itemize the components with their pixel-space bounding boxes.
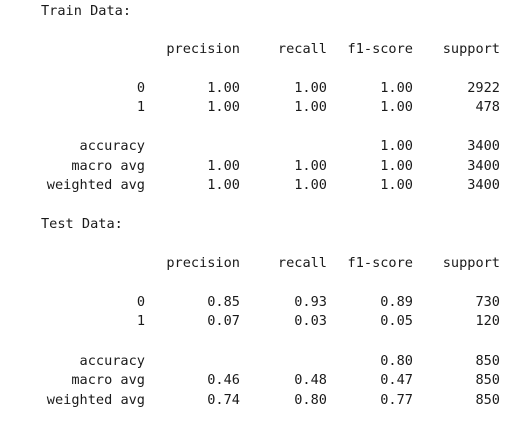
test-section-title: Test Data: [41,216,123,232]
train-header-support: support [442,41,500,57]
support-value: 478 [475,99,500,115]
precision-value: 1.00 [207,158,240,174]
recall-value: 0.03 [294,313,327,329]
support-value: 2922 [467,80,500,96]
f1-score-value: 1.00 [380,99,413,115]
f1-score-value: 0.89 [380,294,413,310]
test-header-precision: precision [166,255,240,271]
f1-score-value: 1.00 [380,138,413,154]
row-label: 0 [136,80,145,96]
recall-value: 1.00 [294,158,327,174]
row-label: macro avg [71,158,145,174]
precision-value: 0.46 [207,372,240,388]
train-header-f1-score: f1-score [347,41,413,57]
support-value: 120 [475,313,500,329]
f1-score-value: 0.77 [380,392,413,408]
train-header-precision: precision [166,41,240,57]
row-label: weighted avg [46,177,145,193]
train-section-title: Train Data: [41,3,132,19]
f1-score-value: 0.80 [380,353,413,369]
train-header-recall: recall [277,41,327,57]
support-value: 850 [475,392,500,408]
row-label: 1 [136,313,145,329]
row-label: 1 [136,99,145,115]
precision-value: 0.07 [207,313,240,329]
recall-value: 1.00 [294,99,327,115]
recall-value: 0.48 [294,372,327,388]
precision-value: 1.00 [207,80,240,96]
row-label: weighted avg [46,392,145,408]
precision-value: 0.85 [207,294,240,310]
support-value: 850 [475,372,500,388]
notebook-output: Train Data: precision recall f1-score su… [0,0,528,425]
f1-score-value: 1.00 [380,158,413,174]
row-label: macro avg [71,372,145,388]
recall-value: 1.00 [294,177,327,193]
support-value: 730 [475,294,500,310]
recall-value: 0.80 [294,392,327,408]
row-label: accuracy [79,138,145,154]
test-header-support: support [442,255,500,271]
row-label: accuracy [79,353,145,369]
support-value: 850 [475,353,500,369]
support-value: 3400 [467,138,500,154]
test-header-recall: recall [277,255,327,271]
row-label: 0 [136,294,145,310]
recall-value: 0.93 [294,294,327,310]
f1-score-value: 0.05 [380,313,413,329]
f1-score-value: 0.47 [380,372,413,388]
test-header-f1-score: f1-score [347,255,413,271]
support-value: 3400 [467,177,500,193]
f1-score-value: 1.00 [380,80,413,96]
precision-value: 0.74 [207,392,240,408]
precision-value: 1.00 [207,177,240,193]
precision-value: 1.00 [207,99,240,115]
support-value: 3400 [467,158,500,174]
recall-value: 1.00 [294,80,327,96]
f1-score-value: 1.00 [380,177,413,193]
